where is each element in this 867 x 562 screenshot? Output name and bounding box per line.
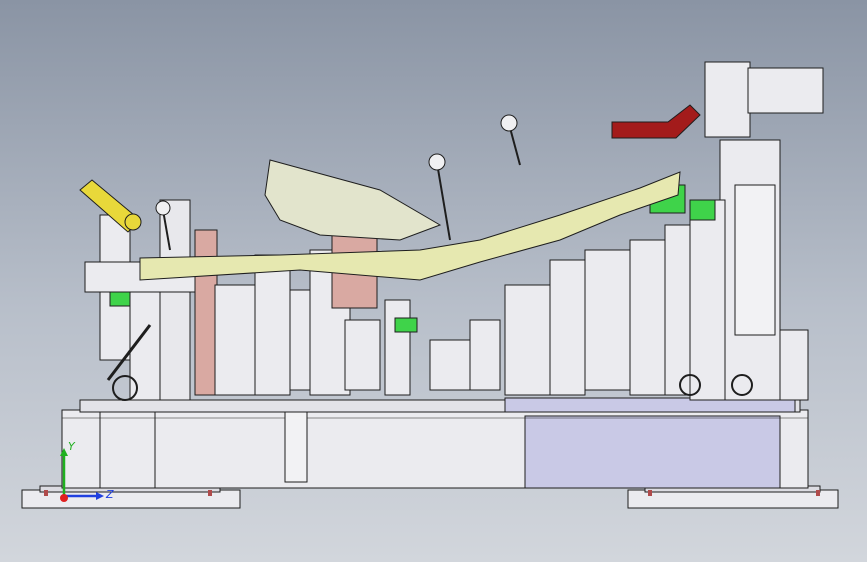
base-foot-right — [627, 485, 839, 509]
axis-triad: Y Z — [52, 440, 122, 510]
red-clamp-arm — [611, 104, 701, 139]
base-plate — [61, 397, 809, 489]
z-axis-label: Z — [106, 488, 114, 501]
right-clamp-tower — [679, 61, 824, 401]
y-axis-arrow-icon — [60, 448, 68, 456]
z-axis-arrow-icon — [96, 492, 104, 500]
y-axis-label: Y — [68, 440, 75, 453]
fixture-assembly-model[interactable] — [0, 0, 867, 562]
cad-viewport[interactable]: Y Z — [0, 0, 867, 562]
lever-handle-2[interactable] — [500, 114, 521, 166]
workpiece-upper-panel — [264, 159, 442, 241]
x-axis-dot-icon — [60, 494, 68, 502]
